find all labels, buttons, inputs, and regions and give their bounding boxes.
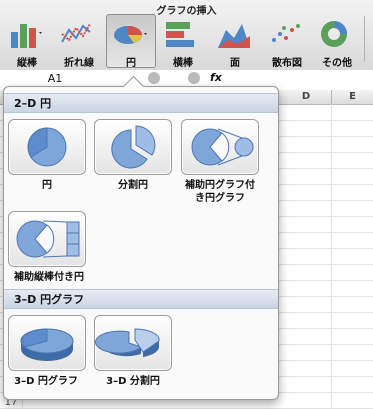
section-header-2d: 2–D 円 bbox=[4, 93, 278, 113]
tool-label: 円 bbox=[126, 58, 136, 69]
area-chart-button[interactable]: 面 bbox=[210, 14, 260, 69]
column-header-e[interactable]: E bbox=[332, 90, 373, 105]
line-chart-button[interactable]: 折れ線 bbox=[54, 14, 104, 69]
chart-insert-ribbon: グラフの挿入 縦棒 折れ線 円 横棒 面 散布図 その他 bbox=[0, 0, 373, 71]
pie-of-pie-icon bbox=[191, 128, 254, 166]
pie-chart-icon bbox=[114, 26, 147, 44]
pie-2d-icon bbox=[27, 127, 67, 167]
line-chart-icon bbox=[61, 23, 91, 43]
tool-label: 散布図 bbox=[272, 58, 302, 69]
divider bbox=[364, 16, 365, 62]
confirm-icon[interactable] bbox=[188, 72, 200, 84]
tile-label: 補助円グラフ付 き円グラフ bbox=[177, 179, 263, 205]
column-chart-button[interactable]: 縦棒 bbox=[2, 14, 52, 69]
scatter-chart-icon bbox=[272, 24, 300, 42]
tool-label: その他 bbox=[322, 58, 352, 69]
pie-3d-button[interactable] bbox=[8, 315, 86, 371]
scatter-chart-button[interactable]: 散布図 bbox=[262, 14, 312, 69]
exploded-pie-2d-icon bbox=[111, 125, 156, 169]
pie-of-pie-button[interactable] bbox=[181, 119, 259, 175]
pie-2d-button[interactable] bbox=[8, 119, 86, 175]
area-chart-icon bbox=[218, 24, 250, 48]
grid-line bbox=[331, 104, 332, 409]
pie-3d-icon bbox=[20, 328, 74, 361]
section-header-3d: 3–D 円グラフ bbox=[4, 289, 278, 309]
cancel-icon[interactable] bbox=[148, 72, 160, 84]
bar-of-pie-button[interactable] bbox=[8, 211, 86, 267]
column-chart-icon bbox=[11, 24, 42, 48]
exploded-pie-3d-icon bbox=[95, 328, 160, 357]
tool-label: 折れ線 bbox=[64, 58, 94, 69]
tile-label: 補助縦棒付き円 bbox=[14, 272, 84, 283]
pie-chart-gallery: 2–D 円 円 分割円 補助円グラフ付 き円グラフ 補助縦棒付き円 3–D 円グ… bbox=[3, 75, 279, 400]
pie-chart-button[interactable]: 円 bbox=[106, 14, 156, 69]
tile-label: 3–D 円グラフ bbox=[14, 376, 78, 387]
other-chart-button[interactable]: その他 bbox=[312, 14, 362, 69]
fx-icon[interactable]: fx bbox=[210, 71, 222, 84]
bar-chart-icon bbox=[166, 22, 194, 47]
tile-label: 円 bbox=[42, 180, 52, 191]
bar-of-pie-icon bbox=[16, 220, 80, 258]
exploded-pie-2d-button[interactable] bbox=[94, 119, 172, 175]
other-chart-icon bbox=[321, 21, 347, 47]
tool-label: 縦棒 bbox=[17, 58, 37, 69]
tool-label: 横棒 bbox=[173, 58, 193, 69]
tile-label: 分割円 bbox=[118, 180, 148, 191]
exploded-pie-3d-button[interactable] bbox=[94, 315, 172, 371]
bar-chart-button[interactable]: 横棒 bbox=[158, 14, 208, 69]
column-header-d[interactable]: D bbox=[281, 90, 332, 105]
tile-label: 3–D 分割円 bbox=[106, 376, 160, 387]
tile-label-line: 補助円グラフ付 bbox=[185, 180, 255, 191]
tile-label-line: き円グラフ bbox=[195, 193, 245, 204]
tool-label: 面 bbox=[230, 58, 240, 69]
